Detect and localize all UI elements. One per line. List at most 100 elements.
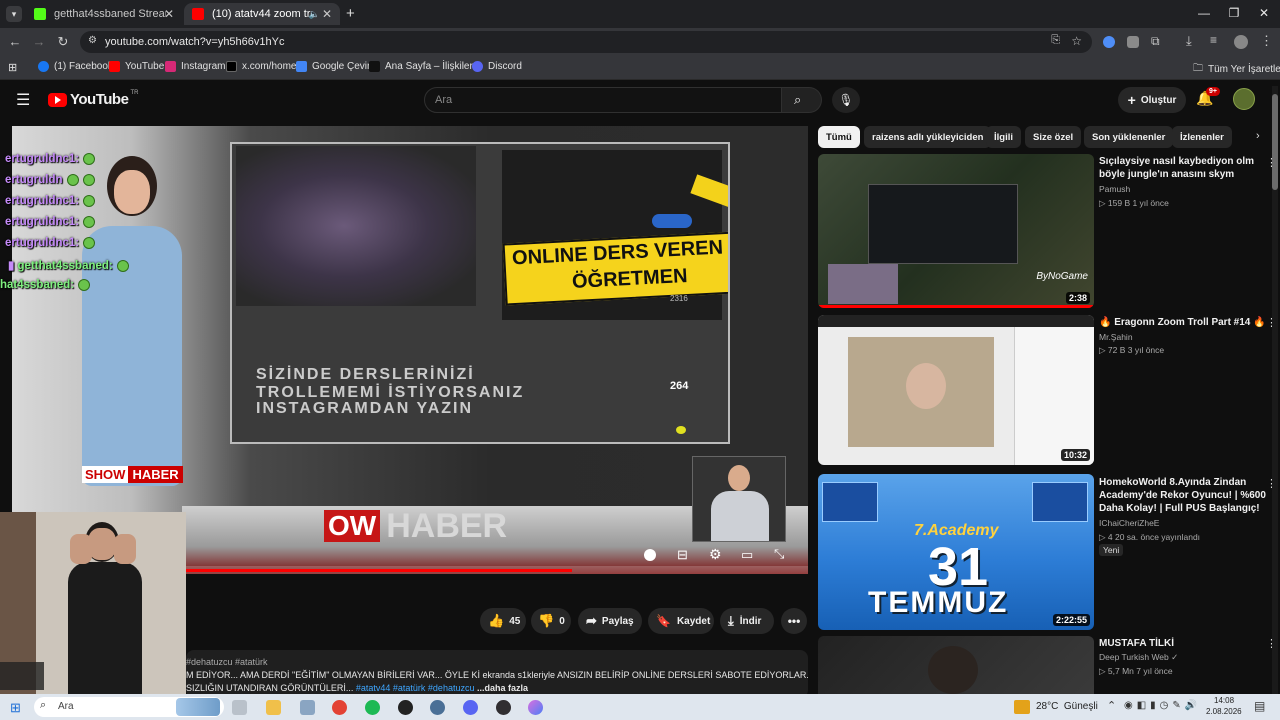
site-info-icon[interactable]: ⚙ bbox=[88, 35, 97, 46]
restore-button[interactable]: ❐ bbox=[1224, 6, 1244, 20]
scrollbar-thumb[interactable] bbox=[1272, 94, 1278, 190]
back-icon[interactable]: ← bbox=[6, 34, 24, 49]
profile-avatar[interactable] bbox=[1234, 35, 1248, 49]
url-text: youtube.com/watch?v=yh5h66v1hYc bbox=[105, 36, 285, 48]
extension-icon[interactable] bbox=[1103, 36, 1115, 48]
bookmark-star-icon[interactable]: ☆ bbox=[1071, 34, 1082, 48]
notifications-button[interactable]: 🔔 9+ bbox=[1196, 87, 1220, 107]
search-button[interactable]: ⌕ bbox=[782, 87, 822, 113]
hamburger-menu-icon[interactable]: ☰ bbox=[16, 90, 30, 110]
recommendation-thumbnail[interactable]: ByNoGame 2:38 bbox=[818, 154, 1094, 308]
save-button[interactable]: 🔖 Kaydet bbox=[648, 608, 714, 634]
app-icon[interactable] bbox=[300, 700, 315, 715]
file-explorer-icon[interactable] bbox=[266, 700, 281, 715]
app-icon[interactable] bbox=[528, 700, 543, 715]
task-view-icon[interactable] bbox=[232, 700, 247, 715]
recommendation-channel[interactable]: Mr.Şahin bbox=[1099, 332, 1133, 342]
discord-icon[interactable] bbox=[463, 700, 478, 715]
like-button[interactable]: 👍 45 bbox=[480, 608, 526, 634]
clock-time[interactable]: 14:08 bbox=[1214, 696, 1234, 705]
bookmark-facebook[interactable]: (1) Facebook bbox=[38, 61, 113, 72]
settings-icon[interactable] bbox=[430, 700, 445, 715]
tray-icons[interactable]: ◉◧▮◷✎🔊 bbox=[1124, 700, 1201, 711]
forward-icon[interactable]: → bbox=[30, 34, 48, 49]
chip-for-you[interactable]: Size özel bbox=[1025, 126, 1082, 148]
close-tab-icon[interactable]: ✕ bbox=[322, 7, 332, 21]
chip-from-uploader[interactable]: raizens adlı yükleyiciden bbox=[864, 126, 992, 148]
recommendation-title[interactable]: 🔥 Eragonn Zoom Troll Part #14 🔥 bbox=[1099, 316, 1269, 329]
bookmarks-bar: ⊞ (1) Facebook YouTube Instagram x.com/h… bbox=[0, 56, 1280, 80]
tab-list-chevron-icon[interactable]: ▾ bbox=[6, 6, 22, 22]
tab-kick[interactable]: getthat4ssbaned Stream - Kick ✕ bbox=[26, 3, 182, 25]
account-avatar[interactable] bbox=[1233, 88, 1255, 110]
speaker-icon[interactable]: 🔈 bbox=[309, 9, 320, 20]
recommendation-title[interactable]: Sıçılaysiye nasıl kaybediyon olm böyle j… bbox=[1099, 155, 1269, 181]
more-actions-button[interactable]: ••• bbox=[781, 608, 807, 634]
address-bar[interactable]: ⚙ youtube.com/watch?v=yh5h66v1hYc ⎘ ☆ bbox=[80, 31, 1092, 53]
chip-watched[interactable]: İzlenenler bbox=[1172, 126, 1232, 148]
chip-recent[interactable]: Son yüklenenler bbox=[1084, 126, 1174, 148]
puzzle-extensions-icon[interactable]: ⧉ bbox=[1151, 34, 1160, 49]
bookmark-discord[interactable]: Discord bbox=[472, 61, 522, 72]
tab-youtube[interactable]: (10) atatv44 zoom troll - Yo 🔈 ✕ bbox=[184, 3, 340, 25]
recommendation-title[interactable]: HomekoWorld 8.Ayında Zindan Academy'de R… bbox=[1099, 476, 1269, 515]
all-bookmarks[interactable]: 🗀 Tüm Yer İşaretleri bbox=[1193, 61, 1280, 78]
download-icon[interactable]: ⤓ bbox=[1186, 33, 1192, 49]
recommendation-channel[interactable]: Pamush bbox=[1099, 184, 1130, 194]
recommendation-thumbnail[interactable]: 10:32 bbox=[818, 315, 1094, 465]
bookmark-instagram[interactable]: Instagram bbox=[165, 61, 225, 72]
new-tab-button[interactable]: + bbox=[346, 5, 355, 22]
voice-search-button[interactable]: 🎙 bbox=[832, 87, 860, 113]
subtitles-icon[interactable]: ⊟ bbox=[677, 547, 688, 563]
extension-icon[interactable] bbox=[1127, 36, 1139, 48]
page-scrollbar[interactable] bbox=[1272, 86, 1278, 694]
bookmark-ana-sayfa[interactable]: Ana Sayfa – İlişkiler... bbox=[369, 61, 481, 72]
close-tab-icon[interactable]: ✕ bbox=[164, 7, 174, 21]
recommendation-thumbnail[interactable] bbox=[818, 636, 1094, 694]
theater-mode-icon[interactable]: ▭ bbox=[741, 547, 753, 563]
chat-line: ertugruldnc1: bbox=[5, 237, 96, 249]
recommendation-title[interactable]: MUSTAFA TİLKİ bbox=[1099, 637, 1269, 650]
minimize-button[interactable]: — bbox=[1194, 6, 1214, 20]
recommendation-thumbnail[interactable]: 7.Academy 31 TEMMUZ 2:22:55 bbox=[818, 474, 1094, 630]
chrome-icon[interactable] bbox=[332, 700, 347, 715]
settings-gear-icon[interactable]: ⚙ bbox=[709, 546, 722, 563]
recommendation-channel[interactable]: IChaiCheriZheE bbox=[1099, 518, 1159, 528]
emote-icon bbox=[116, 259, 129, 272]
search-input[interactable]: Ara bbox=[424, 87, 782, 113]
tray-chevron-icon[interactable]: ⌃ bbox=[1107, 699, 1116, 712]
pause-button[interactable] bbox=[644, 549, 656, 561]
app-icon[interactable] bbox=[398, 700, 413, 715]
chip-related[interactable]: İlgili bbox=[986, 126, 1021, 148]
clock-date[interactable]: 2.08.2026 bbox=[1206, 707, 1242, 716]
weather-text[interactable]: 28°C Güneşli bbox=[1036, 701, 1098, 712]
notification-center-icon[interactable]: ▤ bbox=[1254, 699, 1265, 713]
reading-list-icon[interactable]: ≡ bbox=[1210, 33, 1217, 47]
share-button[interactable]: ➦ Paylaş bbox=[578, 608, 642, 634]
video-player[interactable]: ONLINE DERS VEREN ÖĞRETMEN 2316 SİZİNDE … bbox=[12, 126, 808, 574]
emote-icon bbox=[83, 216, 96, 228]
description-box[interactable]: #dehatuzcu #atatürk M EDİYOR... AMA DERD… bbox=[186, 650, 808, 698]
video-progress-bar[interactable] bbox=[186, 566, 808, 574]
recommendation-channel[interactable]: Deep Turkish Web ✓ bbox=[1099, 652, 1178, 663]
notification-badge: 9+ bbox=[1206, 87, 1220, 96]
chips-next-arrow-icon[interactable]: › bbox=[1256, 130, 1260, 142]
exit-fullscreen-icon[interactable]: ⤡ bbox=[774, 546, 784, 562]
create-button[interactable]: + Oluştur bbox=[1118, 87, 1186, 113]
obs-icon[interactable] bbox=[496, 700, 511, 715]
close-window-button[interactable]: ✕ bbox=[1254, 6, 1274, 20]
bookmark-google-translate[interactable]: Google Çeviri bbox=[296, 61, 373, 72]
install-app-icon[interactable]: ⎘ bbox=[1051, 34, 1060, 47]
spotify-icon[interactable] bbox=[365, 700, 380, 715]
chip-all[interactable]: Tümü bbox=[818, 126, 860, 148]
bookmark-x[interactable]: x.com/home bbox=[226, 61, 296, 72]
menu-dots-icon[interactable]: ⋮ bbox=[1260, 33, 1273, 49]
youtube-icon bbox=[192, 8, 204, 20]
download-button[interactable]: ⤓ İndir bbox=[720, 608, 774, 634]
dislike-button[interactable]: 👎 0 bbox=[531, 608, 571, 634]
youtube-logo[interactable]: YouTube TR bbox=[48, 90, 138, 108]
windows-start-icon[interactable]: ⊞ bbox=[10, 700, 21, 716]
apps-grid-icon[interactable]: ⊞ bbox=[8, 61, 17, 74]
bookmark-youtube[interactable]: YouTube bbox=[109, 61, 164, 72]
reload-icon[interactable]: ↻ bbox=[54, 34, 72, 50]
